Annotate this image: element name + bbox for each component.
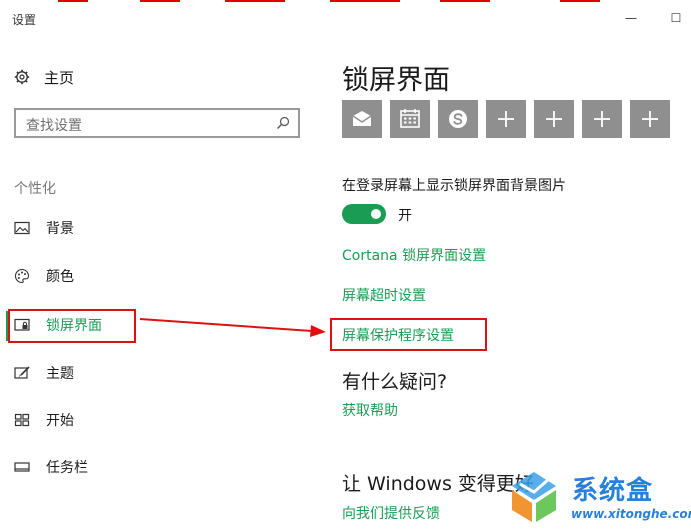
help-heading: 有什么疑问? [342,371,448,393]
skype-icon [449,110,467,128]
nav-home[interactable]: 主页 [14,64,74,90]
sidebar-item-themes[interactable]: 主题 [14,359,304,387]
brush-icon [14,366,30,379]
maximize-button[interactable]: ☐ [666,8,686,28]
cortana-settings-link[interactable]: Cortana 锁屏界面设置 [342,245,486,265]
sidebar-item-colors[interactable]: 颜色 [14,262,304,290]
give-feedback-link[interactable]: 向我们提供反馈 [342,503,440,523]
app-tile-add[interactable] [486,100,526,138]
lock-bg-toggle[interactable] [342,204,386,224]
gear-icon [14,69,30,85]
sidebar-item-label: 颜色 [46,269,74,285]
page-title: 锁屏界面 [342,65,450,96]
watermark-logo [512,472,556,522]
search-placeholder: 查找设置 [26,118,82,134]
app-tile-add[interactable] [630,100,670,138]
sidebar-item-label: 开始 [46,413,74,429]
search-icon [277,116,290,129]
window-title: 设置 [12,13,37,27]
sidebar-item-label: 任务栏 [46,460,88,476]
search-input[interactable]: 查找设置 [14,108,300,138]
start-grid-icon [14,413,30,427]
minimize-button[interactable]: — [621,8,641,28]
sidebar-item-taskbar[interactable]: 任务栏 [14,453,304,481]
sidebar-item-background[interactable]: 背景 [14,214,304,242]
toggle-knob [371,209,381,219]
taskbar-icon [14,462,30,472]
sidebar-item-start[interactable]: 开始 [14,406,304,434]
plus-icon [594,111,610,127]
picture-icon [14,221,30,235]
sidebar-item-label: 背景 [46,221,74,237]
palette-icon [14,268,30,284]
screen-timeout-link[interactable]: 屏幕超时设置 [342,285,426,305]
app-tile-calendar[interactable] [390,100,430,138]
plus-icon [498,111,514,127]
mail-icon [352,111,372,126]
annotation-highlight-sidebar [8,309,136,343]
lock-bg-setting-label: 在登录屏幕上显示锁屏界面背景图片 [342,178,566,194]
plus-icon [546,111,562,127]
watermark-url: www.xitonghe.com [571,507,691,521]
section-heading-personalization: 个性化 [14,181,56,197]
app-tile-skype[interactable] [438,100,478,138]
calendar-icon [400,109,420,128]
toggle-state-label: 开 [398,208,412,224]
app-tile-add[interactable] [534,100,574,138]
get-help-link[interactable]: 获取帮助 [342,400,398,420]
annotation-highlight-screensaver [330,318,487,351]
app-tile-add[interactable] [582,100,622,138]
plus-icon [642,111,658,127]
app-tile-mail[interactable] [342,100,382,138]
top-edge-stripe [0,0,691,3]
nav-home-label: 主页 [44,68,75,87]
watermark-name: 系统盒 [572,476,654,506]
sidebar-item-label: 主题 [46,366,74,382]
